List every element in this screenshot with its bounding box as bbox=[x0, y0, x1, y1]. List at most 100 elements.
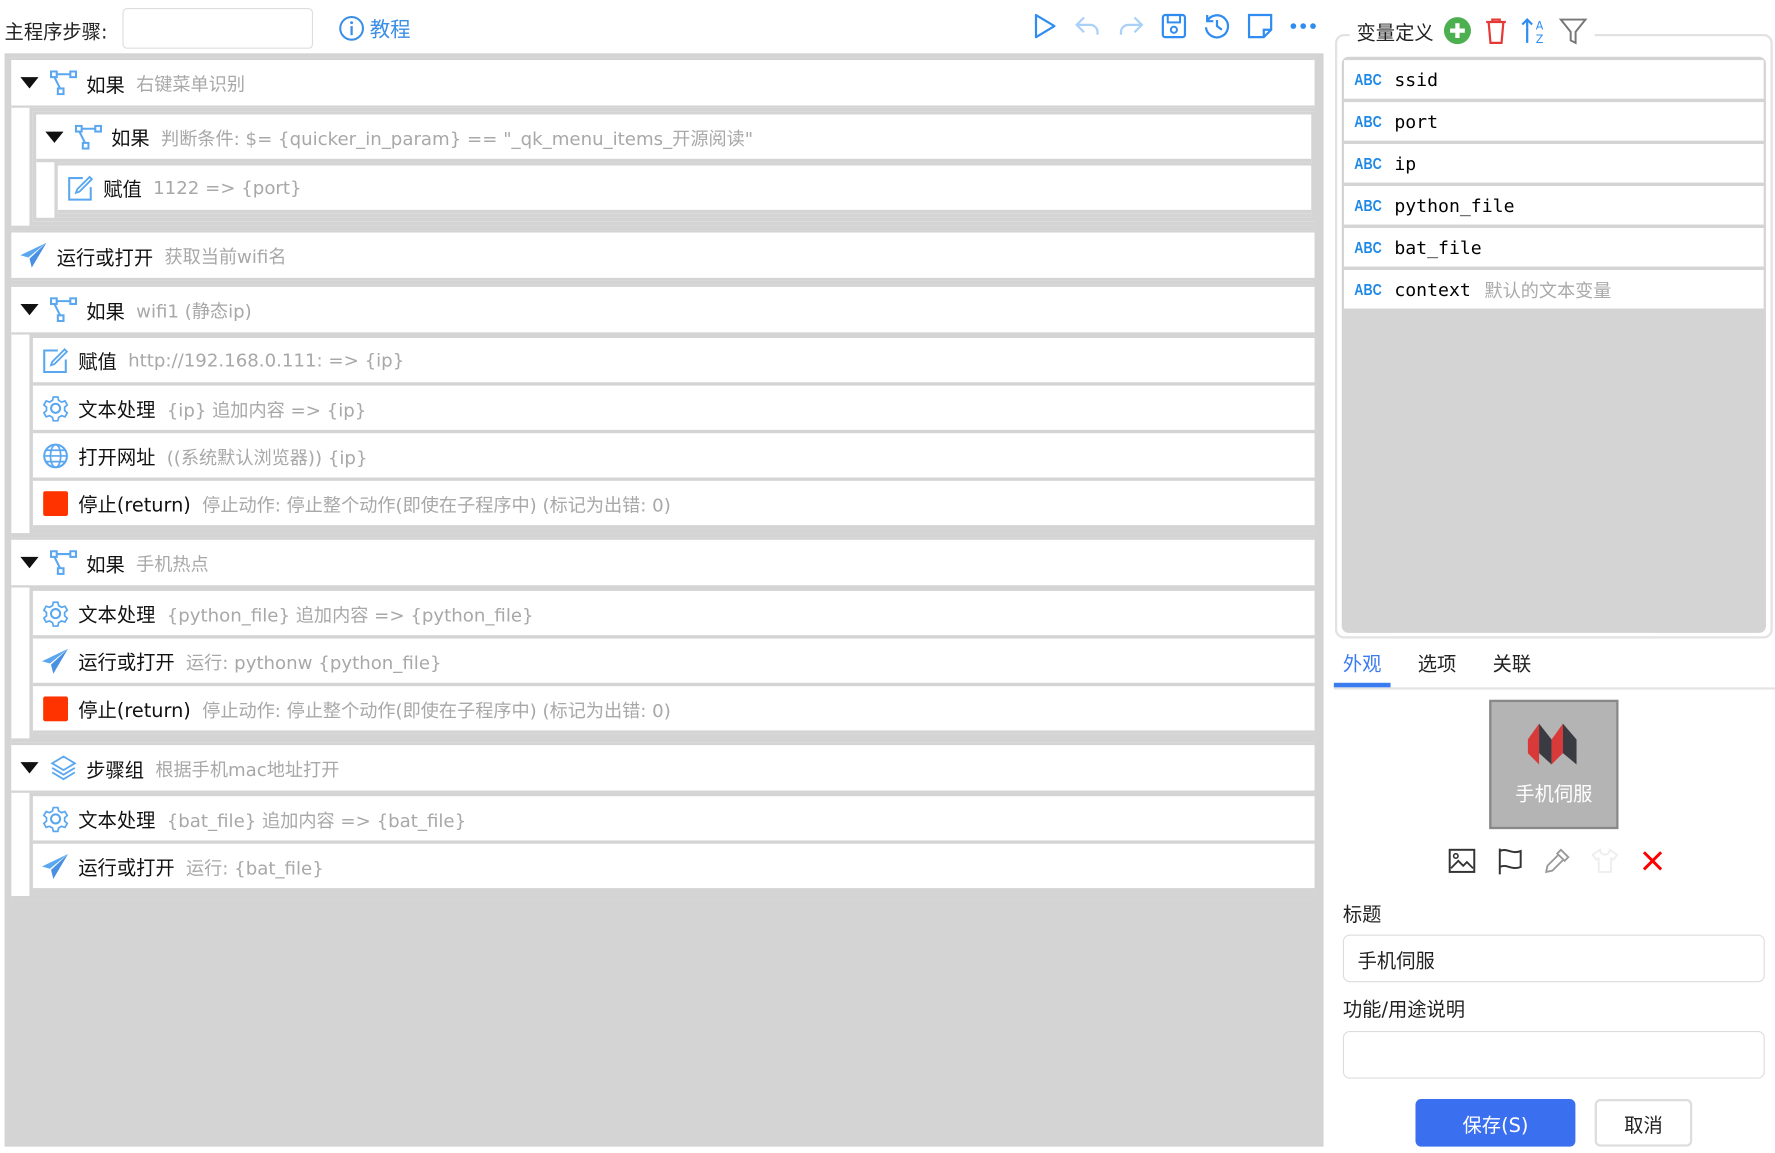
save-button[interactable]: 保存(S) bbox=[1415, 1099, 1576, 1147]
clear-icon[interactable] bbox=[1638, 846, 1667, 875]
step-title: 赋值 bbox=[78, 351, 117, 375]
variable-name: ip bbox=[1394, 152, 1417, 175]
block-header-row[interactable]: 如果 wifi1 (静态ip) bbox=[11, 286, 1315, 335]
add-variable-icon[interactable] bbox=[1443, 16, 1472, 45]
history-icon[interactable] bbox=[1202, 11, 1231, 40]
block-children: 赋值 1122 => {port} bbox=[54, 162, 1312, 218]
preview-label: 手机伺服 bbox=[1515, 783, 1593, 806]
step-row[interactable]: 文本处理 {python_file} 追加内容 => {python_file} bbox=[32, 590, 1315, 639]
svg-text:Z: Z bbox=[1536, 33, 1544, 45]
description-input[interactable] bbox=[1342, 1030, 1765, 1079]
tutorial-link[interactable]: 教程 bbox=[338, 14, 411, 43]
tab-0[interactable]: 外观 bbox=[1333, 649, 1391, 688]
send-icon bbox=[41, 647, 69, 674]
step-title: 文本处理 bbox=[78, 399, 156, 422]
step-description: 停止动作: 停止整个动作(即使在子程序中) (标记为出错: 0) bbox=[202, 493, 671, 516]
if-block: 如果 手机热点 文本处理 {python_file} 追加内容 => {python_… bbox=[11, 537, 1315, 743]
block-header-row[interactable]: 步骤组 根据手机mac地址打开 bbox=[11, 745, 1315, 793]
variable-item[interactable]: ABC context 默认的文本变量 bbox=[1344, 269, 1764, 309]
gear-icon bbox=[42, 805, 69, 832]
eyedropper-icon[interactable] bbox=[1543, 846, 1572, 875]
icon-preview[interactable]: 手机伺服 bbox=[1489, 699, 1619, 830]
step-row[interactable]: 文本处理 {ip} 追加内容 => {ip} bbox=[32, 385, 1315, 434]
variable-name: port bbox=[1394, 110, 1439, 133]
step-description: {bat_file} 追加内容 => {bat_file} bbox=[166, 809, 467, 831]
variable-name: context bbox=[1394, 278, 1471, 300]
text-type-icon: ABC bbox=[1354, 112, 1382, 131]
save-icon[interactable] bbox=[1159, 11, 1188, 40]
edit-icon bbox=[67, 174, 94, 201]
undo-icon[interactable] bbox=[1073, 11, 1102, 40]
step-description: http://192.168.0.111: => {ip} bbox=[128, 349, 405, 371]
step-row[interactable]: 赋值 1122 => {port} bbox=[57, 165, 1312, 214]
step-row[interactable]: 停止(return) 停止动作: 停止整个动作(即使在子程序中) (标记为出错: … bbox=[32, 686, 1315, 734]
info-icon bbox=[339, 15, 364, 41]
branch-icon bbox=[50, 296, 78, 323]
tab-2[interactable]: 关联 bbox=[1484, 649, 1541, 688]
branch-icon bbox=[74, 123, 102, 150]
step-title: 停止(return) bbox=[78, 494, 191, 518]
collapse-toggle-icon[interactable] bbox=[20, 762, 39, 774]
step-row[interactable]: 文本处理 {bat_file} 追加内容 => {bat_file} bbox=[32, 796, 1315, 844]
sort-icon[interactable]: AZ bbox=[1520, 16, 1549, 45]
step-description: wifi1 (静态ip) bbox=[136, 300, 252, 323]
image-icon[interactable] bbox=[1447, 846, 1476, 875]
step-title: 文本处理 bbox=[78, 604, 156, 628]
collapse-toggle-icon[interactable] bbox=[20, 556, 39, 569]
toolbar bbox=[1030, 11, 1318, 40]
filter-icon[interactable] bbox=[1558, 16, 1588, 45]
shirt-icon[interactable] bbox=[1590, 846, 1619, 875]
step-title: 运行或打开 bbox=[56, 246, 154, 270]
step-row[interactable]: 运行或打开 运行: {bat_file} bbox=[32, 843, 1315, 892]
variable-name: ssid bbox=[1394, 68, 1439, 91]
step-description: ((系统默认浏览器)) {ip} bbox=[166, 446, 368, 468]
cancel-button[interactable]: 取消 bbox=[1594, 1099, 1693, 1147]
block-header-row[interactable]: 如果 右键菜单识别 bbox=[11, 60, 1315, 108]
variable-item[interactable]: ABC port bbox=[1344, 102, 1764, 141]
variable-item[interactable]: ABC bat_file bbox=[1344, 227, 1764, 267]
text-type-icon: ABC bbox=[1354, 196, 1382, 215]
text-type-icon: ABC bbox=[1354, 238, 1382, 257]
step-row[interactable]: 运行或打开 运行: pythonw {python_file} bbox=[32, 638, 1315, 687]
collapse-toggle-icon[interactable] bbox=[20, 77, 39, 89]
variable-item[interactable]: ABC python_file bbox=[1344, 186, 1764, 225]
tab-1[interactable]: 选项 bbox=[1409, 649, 1466, 688]
step-title: 运行或打开 bbox=[78, 857, 175, 881]
step-title: 如果 bbox=[86, 74, 125, 97]
step-row[interactable]: 赋值 http://192.168.0.111: => {ip} bbox=[32, 337, 1315, 386]
step-title: 步骤组 bbox=[86, 759, 145, 783]
block-header-row[interactable]: 如果 判断条件: $= {quicker_in_param} == "_qk_me… bbox=[36, 114, 1312, 163]
step-description: 获取当前wifi名 bbox=[164, 246, 287, 268]
flag-icon[interactable] bbox=[1495, 846, 1524, 875]
step-row[interactable]: 停止(return) 停止动作: 停止整个动作(即使在子程序中) (标记为出错: … bbox=[32, 480, 1315, 529]
variable-name: bat_file bbox=[1394, 236, 1482, 259]
properties-tabs: 外观 选项 关联 bbox=[1333, 649, 1775, 690]
step-description: 停止动作: 停止整个动作(即使在子程序中) (标记为出错: 0) bbox=[202, 699, 671, 721]
block-header-row[interactable]: 如果 手机热点 bbox=[11, 539, 1315, 588]
layers-icon bbox=[50, 754, 77, 781]
block-children: 文本处理 {python_file} 追加内容 => {python_file} 运… bbox=[29, 587, 1315, 739]
title-input[interactable]: 手机伺服 bbox=[1342, 934, 1765, 983]
step-row[interactable]: 运行或打开 获取当前wifi名 bbox=[11, 232, 1315, 281]
collapse-toggle-icon[interactable] bbox=[20, 303, 39, 316]
play-icon[interactable] bbox=[1030, 11, 1059, 40]
variable-item[interactable]: ABC ip bbox=[1344, 144, 1764, 183]
block-children: 如果 判断条件: $= {quicker_in_param} == "_qk_me… bbox=[29, 107, 1315, 226]
more-icon[interactable] bbox=[1288, 11, 1317, 40]
step-row[interactable]: 打开网址 ((系统默认浏览器)) {ip} bbox=[32, 433, 1315, 481]
collapse-toggle-icon[interactable] bbox=[45, 131, 64, 143]
branch-icon bbox=[50, 69, 78, 96]
redo-icon[interactable] bbox=[1116, 11, 1145, 40]
variable-item[interactable]: ABC ssid bbox=[1344, 60, 1764, 99]
step-description: 根据手机mac地址打开 bbox=[155, 758, 340, 781]
text-type-icon: ABC bbox=[1354, 70, 1382, 89]
if-block: 如果 wifi1 (静态ip) 赋值 http://192.168.0.111: =>… bbox=[11, 284, 1315, 538]
text-type-icon: ABC bbox=[1354, 280, 1382, 299]
main-steps-label: 主程序步骤: bbox=[4, 21, 108, 45]
step-description: {ip} 追加内容 => {ip} bbox=[166, 398, 367, 421]
variables-list: ABC ssid ABC port ABC ip ABC python_file ABC bat_… bbox=[1341, 56, 1766, 633]
delete-variable-icon[interactable] bbox=[1481, 16, 1510, 45]
main-steps-input[interactable] bbox=[122, 7, 314, 49]
note-icon[interactable] bbox=[1245, 11, 1274, 40]
variable-description: 默认的文本变量 bbox=[1484, 280, 1612, 302]
